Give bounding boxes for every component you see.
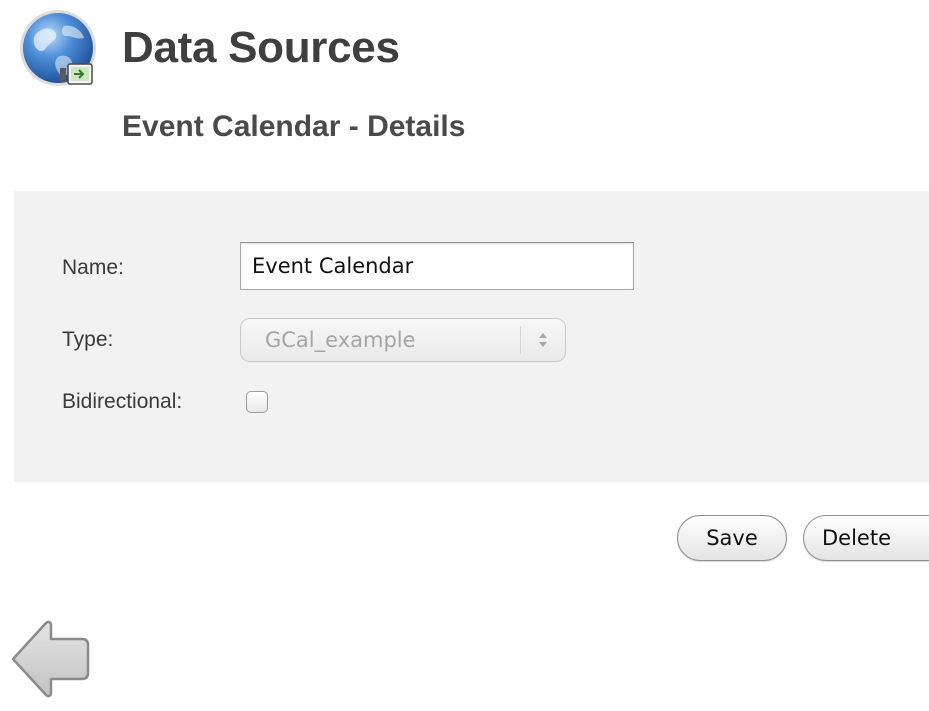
name-input[interactable]	[240, 242, 634, 290]
type-select: GCal_example	[240, 318, 566, 362]
name-label: Name:	[62, 256, 124, 279]
save-button[interactable]: Save	[677, 515, 787, 561]
select-arrows-icon	[539, 333, 547, 347]
section-title: Event Calendar - Details	[122, 110, 466, 143]
bidirectional-checkbox[interactable]	[246, 391, 268, 413]
details-form-panel: Name: Type: GCal_example Bidirectional:	[14, 191, 929, 482]
delete-button[interactable]: Delete	[803, 515, 929, 561]
page: Data Sources Event Calendar - Details Na…	[0, 0, 929, 711]
bidirectional-label: Bidirectional:	[62, 390, 183, 413]
page-title: Data Sources	[122, 23, 400, 72]
back-arrow-icon[interactable]	[10, 607, 92, 705]
type-select-value: GCal_example	[265, 328, 416, 352]
select-divider	[520, 326, 521, 354]
globe-datasource-icon	[20, 10, 96, 86]
type-label: Type:	[62, 328, 114, 351]
